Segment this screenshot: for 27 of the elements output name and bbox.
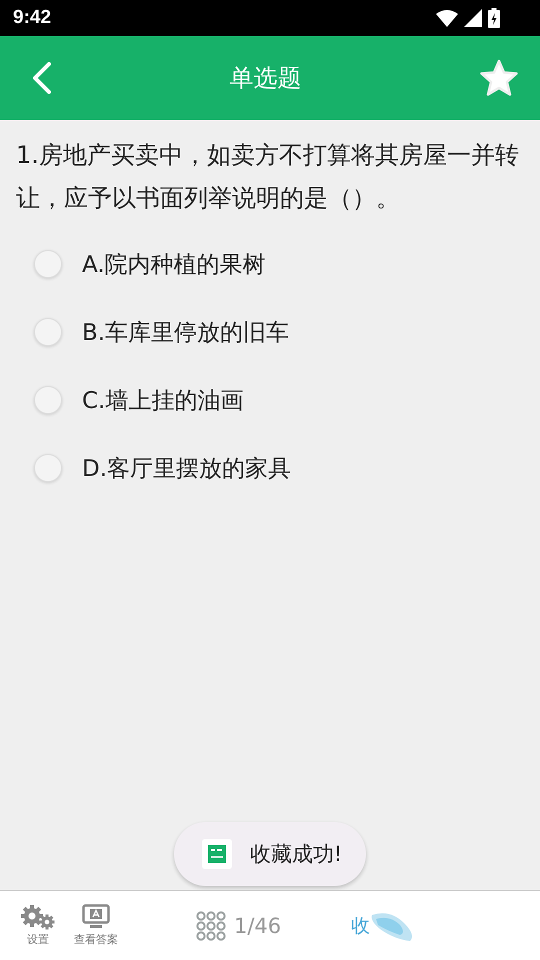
answer-option[interactable]: A.院内种植的果树: [16, 230, 526, 298]
option-label: C.墙上挂的油画: [82, 386, 244, 416]
radio-button[interactable]: [34, 454, 62, 482]
answer-option[interactable]: C.墙上挂的油画: [16, 366, 526, 434]
page-title: 单选题: [230, 63, 302, 94]
option-label: D.客厅里摆放的家具: [82, 454, 292, 484]
radio-button[interactable]: [34, 386, 62, 414]
question-text: 1.房地产买卖中，如卖方不打算将其房屋一并转让，应予以书面列举说明的是（）。: [16, 140, 520, 214]
wifi-icon: [436, 9, 458, 27]
grid-icon: [196, 910, 226, 940]
settings-button[interactable]: 设置: [20, 904, 56, 947]
option-label: B.车库里停放的旧车: [82, 318, 290, 348]
signal-icon: [464, 9, 482, 27]
settings-icon: [20, 904, 56, 930]
app-icon: [202, 839, 232, 869]
radio-button[interactable]: [34, 318, 62, 346]
option-label: A.院内种植的果树: [82, 250, 266, 280]
status-time: 9:42: [13, 7, 52, 29]
monitor-icon: [82, 904, 110, 930]
battery-icon: [488, 8, 500, 28]
toast-text: 收藏成功!: [250, 841, 342, 868]
star-icon[interactable]: [479, 59, 519, 97]
back-icon[interactable]: [32, 61, 52, 95]
answer-option[interactable]: B.车库里停放的旧车: [16, 298, 526, 366]
view-answer-button[interactable]: 查看答案: [74, 904, 118, 947]
answer-option[interactable]: D.客厅里摆放的家具: [16, 434, 526, 502]
radio-button[interactable]: [34, 250, 62, 278]
